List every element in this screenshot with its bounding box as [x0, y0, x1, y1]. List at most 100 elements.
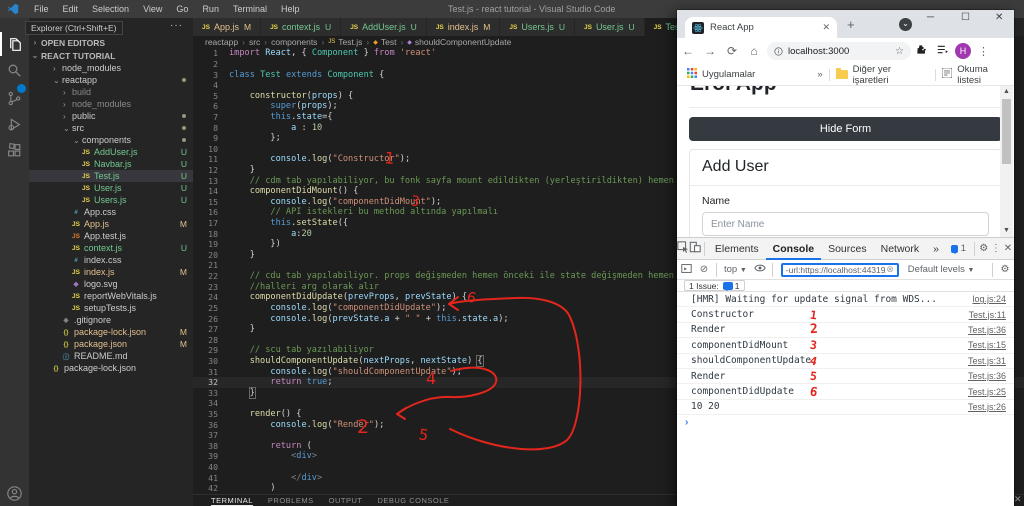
background-close-icon[interactable]: ✕ [1014, 494, 1022, 505]
panel-tab-debug-console[interactable]: DEBUG CONSOLE [377, 496, 449, 505]
console-prompt[interactable]: › [677, 415, 1014, 429]
chrome-menu-icon[interactable]: ⋮ [973, 45, 994, 58]
editor-tab-user-js[interactable]: JSUser.jsU [575, 18, 644, 36]
menu-edit[interactable]: Edit [56, 4, 86, 14]
extensions-puzzle-icon[interactable] [911, 44, 932, 58]
source-link[interactable]: Test.js:36 [968, 325, 1006, 335]
menu-view[interactable]: View [136, 4, 169, 14]
breadcrumb-item[interactable]: components [271, 37, 317, 47]
menu-file[interactable]: File [27, 4, 56, 14]
live-expression-eye-icon[interactable] [751, 263, 769, 276]
tree-item-users-js[interactable]: JSUsers.jsU [29, 194, 193, 206]
tree-item-index-css[interactable]: #index.css [29, 254, 193, 266]
breadcrumb-item[interactable]: Test [381, 37, 397, 47]
back-icon[interactable]: ← [677, 44, 699, 58]
tree-item-reportwebvitals-js[interactable]: JSreportWebVitals.js [29, 290, 193, 302]
source-link[interactable]: Test.js:36 [968, 371, 1006, 381]
minimize-button[interactable]: ─ [927, 12, 934, 23]
clear-console-icon[interactable]: ⊘ [695, 264, 713, 275]
tree-item-package-lock-json[interactable]: {}package-lock.jsonM [29, 326, 193, 338]
info-icon[interactable] [774, 47, 783, 56]
bookmarks-overflow-icon[interactable]: » [817, 69, 822, 80]
forward-icon[interactable]: → [699, 44, 721, 58]
tree-item-readme-md[interactable]: ⓘREADME.md [29, 350, 193, 362]
clear-filter-icon[interactable]: ⊗ [886, 264, 894, 275]
execution-context-dropdown[interactable]: top ▼ [724, 264, 747, 275]
issues-chip[interactable]: 1 Issue: 1 [684, 280, 745, 291]
bookmark-star-icon[interactable]: ☆ [895, 46, 904, 57]
devtools-tab-network[interactable]: Network [874, 238, 927, 260]
log-levels-dropdown[interactable]: Default levels ▼ [908, 264, 975, 275]
page-scrollbar[interactable]: ▲ ▼ [1000, 86, 1013, 237]
tree-item-test-js[interactable]: JSTest.jsU [29, 170, 193, 182]
source-link[interactable]: log.js:24 [972, 294, 1006, 304]
bookmark-reading-list[interactable]: Okuma listesi [957, 64, 1014, 86]
run-debug-icon[interactable] [0, 112, 29, 136]
tree-item-public[interactable]: ›public [29, 110, 193, 122]
tree-item-adduser-js[interactable]: JSAddUser.jsU [29, 146, 193, 158]
breadcrumb-item[interactable]: reactapp [205, 37, 238, 47]
scroll-down-icon[interactable]: ▼ [1000, 225, 1013, 237]
tree-item-index-js[interactable]: JSindex.jsM [29, 266, 193, 278]
source-link[interactable]: Test.js:15 [968, 340, 1006, 350]
breadcrumb-item[interactable]: shouldComponentUpdate [415, 37, 511, 47]
console-filter-input[interactable] [786, 265, 886, 275]
tree-item-src[interactable]: ⌄src [29, 122, 193, 134]
source-link[interactable]: Test.js:11 [969, 310, 1006, 320]
maximize-button[interactable]: ☐ [961, 12, 970, 23]
tree-item-node-modules[interactable]: ›node_modules [29, 62, 193, 74]
hide-form-button[interactable]: Hide Form [689, 117, 1002, 141]
close-button[interactable]: ✕ [995, 12, 1003, 23]
account-icon[interactable] [0, 481, 29, 505]
source-link[interactable]: Test.js:31 [968, 356, 1006, 366]
profile-avatar[interactable]: H [955, 43, 971, 59]
tree-item-navbar-js[interactable]: JSNavbar.jsU [29, 158, 193, 170]
scrollbar-thumb[interactable] [1002, 99, 1011, 164]
source-link[interactable]: Test.js:26 [968, 402, 1006, 412]
open-editors-section[interactable]: › OPEN EDITORS [29, 36, 193, 49]
devtools-tab-console[interactable]: Console [766, 238, 821, 260]
tree-item-node-modules[interactable]: ›node_modules [29, 98, 193, 110]
tree-item-package-json[interactable]: {}package.jsonM [29, 338, 193, 350]
tree-item--gitignore[interactable]: ◈.gitignore [29, 314, 193, 326]
editor-tab-index-js[interactable]: JSindex.jsM [427, 18, 500, 36]
devtools-close-icon[interactable]: ✕ [1002, 243, 1014, 254]
breadcrumb-item[interactable]: Test.js [338, 37, 362, 47]
menu-selection[interactable]: Selection [85, 4, 136, 14]
home-icon[interactable]: ⌂ [743, 44, 765, 58]
url-text[interactable]: localhost:3000 [788, 46, 849, 57]
panel-tab-terminal[interactable]: TERMINAL [211, 496, 253, 506]
editor-tab-context-js[interactable]: JScontext.jsU [261, 18, 340, 36]
device-toolbar-icon[interactable] [689, 241, 701, 256]
tree-item-context-js[interactable]: JScontext.jsU [29, 242, 193, 254]
sidebar-actions-icon[interactable]: ··· [170, 20, 183, 31]
tab-search-button[interactable]: ⌄ [899, 18, 912, 31]
bookmark-other[interactable]: Diğer yer işaretleri [853, 64, 930, 86]
menu-help[interactable]: Help [274, 4, 307, 14]
console-sidebar-icon[interactable] [677, 263, 695, 277]
address-bar[interactable]: localhost:3000 ☆ [767, 42, 911, 60]
bookmark-apps[interactable]: Uygulamalar [702, 69, 755, 80]
tree-item-components[interactable]: ⌄components [29, 134, 193, 146]
workspace-section[interactable]: ⌄ REACT TUTORIAL [29, 49, 193, 62]
tree-item-package-lock-json[interactable]: {}package-lock.json [29, 362, 193, 374]
tree-item-logo-svg[interactable]: ◆logo.svg [29, 278, 193, 290]
menu-go[interactable]: Go [169, 4, 195, 14]
tree-item-app-js[interactable]: JSApp.jsM [29, 218, 193, 230]
panel-tab-output[interactable]: OUTPUT [329, 496, 363, 505]
tree-item-app-css[interactable]: #App.css [29, 206, 193, 218]
console-filter[interactable]: ⊗ [781, 263, 899, 277]
devtools-tab-sources[interactable]: Sources [821, 238, 874, 260]
tree-item-user-js[interactable]: JSUser.jsU [29, 182, 193, 194]
devtools-more-tabs-icon[interactable]: » [926, 238, 946, 260]
console-messages-icon[interactable] [951, 245, 958, 253]
editor-tab-users-js[interactable]: JSUsers.jsU [500, 18, 574, 36]
scroll-up-icon[interactable]: ▲ [1000, 86, 1013, 98]
devtools-settings-icon[interactable]: ⚙ [978, 243, 990, 254]
tree-item-app-test-js[interactable]: JSApp.test.js [29, 230, 193, 242]
reload-icon[interactable]: ⟳ [721, 44, 743, 58]
apps-grid-icon[interactable] [687, 68, 697, 81]
tree-item-reactapp[interactable]: ⌄reactapp [29, 74, 193, 86]
source-link[interactable]: Test.js:25 [968, 387, 1006, 397]
breadcrumb-item[interactable]: src [249, 37, 260, 47]
